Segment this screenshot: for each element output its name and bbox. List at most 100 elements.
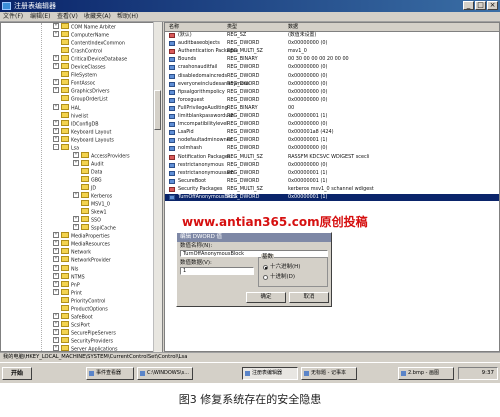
value-row[interactable]: everyoneincludesanonymous REG_DWORD 0x0000… <box>165 81 499 88</box>
dec-radio[interactable] <box>263 275 268 280</box>
tree-expander[interactable]: + <box>53 328 59 335</box>
minimize-button[interactable]: _ <box>463 1 474 10</box>
task-notepad[interactable]: 无标题 - 记事本 <box>301 367 357 380</box>
column-name[interactable]: 名称 <box>169 23 179 31</box>
tree-item[interactable]: PriorityControl <box>53 296 105 305</box>
value-row[interactable]: fipsalgorithmpolicy REG_DWORD 0x00000000 (… <box>165 89 499 96</box>
tree-expander[interactable]: + <box>53 264 59 271</box>
tree-expander[interactable]: + <box>53 79 59 86</box>
tree-expander[interactable]: + <box>53 127 59 134</box>
tree-item[interactable]: + Network <box>53 248 91 256</box>
menu-view[interactable]: 查看(V) <box>57 12 78 21</box>
tree-item[interactable]: + PnP <box>53 280 80 289</box>
tree-expander[interactable]: - <box>53 143 59 150</box>
tree-expander[interactable]: + <box>53 336 59 343</box>
tree-item[interactable]: + NetworkProvider <box>53 256 111 264</box>
value-name-field[interactable]: TurnOffAnonymousBlock <box>180 250 328 257</box>
tree-item[interactable]: + SspiCache <box>73 224 116 232</box>
value-row[interactable]: Notification Packages REG_MULTI_SZ RASSFM … <box>165 154 499 161</box>
tree-item[interactable]: + MediaResources <box>53 240 110 248</box>
column-type[interactable]: 类型 <box>227 23 237 31</box>
tree-scrollbar[interactable] <box>153 22 162 352</box>
value-row[interactable]: nodefaultadminowner REG_DWORD 0x00000001 (… <box>165 137 499 144</box>
tree-expander[interactable]: + <box>73 192 79 199</box>
tree-expander[interactable]: + <box>53 55 59 62</box>
task-event-viewer[interactable]: 事件查看器 <box>86 367 134 380</box>
tree-expander[interactable]: + <box>53 240 59 247</box>
tree-item[interactable]: hivelist <box>53 111 88 120</box>
value-row[interactable]: restrictanonymoussam REG_DWORD 0x00000001 … <box>165 170 499 177</box>
value-row[interactable]: crashonauditfail REG_DWORD 0x00000000 (0) <box>165 64 499 71</box>
value-row[interactable]: TurnOffAnonymousBlock REG_DWORD 0x00000001… <box>165 194 499 201</box>
tree-expander[interactable]: + <box>53 312 59 319</box>
dec-radio-label[interactable]: 十进制(D) <box>270 274 295 281</box>
column-data[interactable]: 数据 <box>288 23 298 31</box>
tree-expander[interactable]: + <box>53 135 59 142</box>
tree-item[interactable]: + MediaProperties <box>53 232 110 240</box>
tree-expander[interactable]: + <box>53 345 59 351</box>
tree-item[interactable]: + DeviceClasses <box>53 63 105 71</box>
tree-expander[interactable]: + <box>73 151 79 158</box>
tree-item[interactable]: JD <box>73 184 96 192</box>
start-button[interactable]: 开始 <box>2 367 32 380</box>
value-row[interactable]: forceguest REG_DWORD 0x00000000 (0) <box>165 97 499 104</box>
value-row[interactable]: FullPrivilegeAuditing REG_BINARY 00 <box>165 105 499 112</box>
value-row[interactable]: (默认) REG_SZ (数值未设置) <box>165 32 499 39</box>
value-row[interactable]: limitblankpassworduse REG_DWORD 0x00000001… <box>165 113 499 120</box>
value-row[interactable]: Authentication Packages REG_MULTI_SZ msv1_… <box>165 48 499 55</box>
tree-item[interactable]: + ScsiPort <box>53 320 90 329</box>
value-row[interactable]: nolmhash REG_DWORD 0x00000000 (0) <box>165 145 499 152</box>
tree-item[interactable]: + SecurityProviders <box>53 336 113 345</box>
value-row[interactable]: SecureBoot REG_DWORD 0x00000001 (1) <box>165 178 499 185</box>
tree-item[interactable]: Skew1 <box>73 208 107 216</box>
value-row[interactable]: LsaPid REG_DWORD 0x000001a8 (424) <box>165 129 499 136</box>
tree-expander[interactable]: + <box>53 272 59 279</box>
tree-expander[interactable]: + <box>73 216 79 223</box>
tree-item[interactable]: Data <box>73 167 102 176</box>
value-data-field[interactable]: 1 <box>180 267 254 275</box>
tree-item[interactable]: FileSystem <box>53 71 97 79</box>
tree-item[interactable]: GBG <box>73 175 102 184</box>
tree-item[interactable]: + NTMS <box>53 272 85 281</box>
tree-expander[interactable]: + <box>53 119 59 126</box>
tree-item[interactable]: ProductOptions <box>53 304 108 313</box>
tree-expander[interactable]: + <box>53 87 59 94</box>
tree-item[interactable]: + Keyboard Layout <box>53 127 111 136</box>
tree-item[interactable]: GroupOrderList <box>53 95 108 103</box>
hex-radio-label[interactable]: 十六进制(H) <box>270 264 300 271</box>
tree-expander[interactable]: + <box>53 232 59 239</box>
tree-scrollbar-thumb[interactable] <box>154 90 161 130</box>
value-row[interactable]: lmcompatibilitylevel REG_DWORD 0x00000000 … <box>165 121 499 128</box>
ok-button[interactable]: 确定 <box>246 292 286 303</box>
tree-item[interactable]: + COM Name Arbiter <box>53 23 116 31</box>
task-registry-editor[interactable]: 注册表编辑器 <box>242 367 298 380</box>
tree-expander[interactable]: + <box>53 320 59 327</box>
tree-expander[interactable]: + <box>73 159 79 166</box>
tree-item[interactable]: + Print <box>53 288 82 297</box>
tree-expander[interactable]: + <box>53 103 59 110</box>
tree-item[interactable]: + ComputerName <box>53 31 109 39</box>
registry-tree[interactable]: + COM Name Arbiter + ComputerName ContentInd… <box>0 22 163 352</box>
tree-item[interactable]: + SecurePipeServers <box>53 328 116 337</box>
tree-item[interactable]: CrashControl <box>53 47 102 55</box>
menu-help[interactable]: 帮助(H) <box>117 12 138 21</box>
tree-item[interactable]: - Lsa <box>53 143 79 152</box>
menu-edit[interactable]: 编辑(E) <box>30 12 50 21</box>
menu-file[interactable]: 文件(F) <box>3 12 23 21</box>
value-row[interactable]: disabledomaincreds REG_DWORD 0x00000000 (0… <box>165 73 499 80</box>
maximize-button[interactable]: □ <box>475 1 486 10</box>
tree-item[interactable]: + AccessProviders <box>73 151 130 160</box>
value-row[interactable]: Security Packages REG_MULTI_SZ kerberos ms… <box>165 186 499 193</box>
tree-item[interactable]: MSV1_0 <box>73 200 110 208</box>
tree-item[interactable]: + GraphicsDrivers <box>53 87 109 95</box>
value-row[interactable]: Bounds REG_BINARY 00 30 00 00 00 20 00 00 <box>165 56 499 63</box>
tree-item[interactable]: + CriticalDeviceDatabase <box>53 55 127 63</box>
tree-item[interactable]: ContentIndexCommon <box>53 39 125 47</box>
hex-radio[interactable] <box>263 265 268 270</box>
close-button[interactable]: × <box>487 1 498 10</box>
tree-expander[interactable]: + <box>53 280 59 287</box>
task-command-prompt[interactable]: C:\WINDOWS\s... <box>137 367 193 380</box>
tree-item[interactable]: + IDConfigDB <box>53 119 98 128</box>
value-row[interactable]: restrictanonymous REG_DWORD 0x00000000 (0) <box>165 162 499 169</box>
tree-expander[interactable]: + <box>53 63 59 70</box>
